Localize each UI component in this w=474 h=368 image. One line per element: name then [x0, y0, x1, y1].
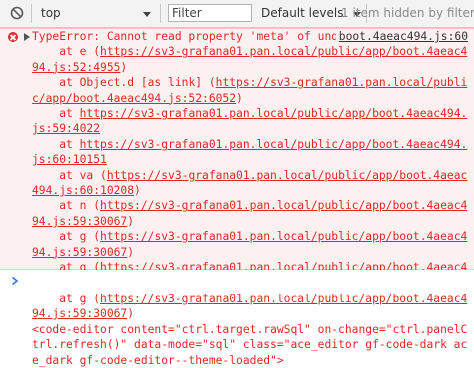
- toolbar-divider: [31, 4, 32, 23]
- chevron-down-icon: [143, 12, 151, 17]
- stack-frame: at e (https://sv3-grafana01.pan.local/pu…: [32, 45, 468, 74]
- stack-frame-link[interactable]: https://sv3-grafana01.pan.local/public/a…: [32, 107, 467, 135]
- stack-frame-link[interactable]: https://sv3-grafana01.pan.local/public/a…: [32, 138, 467, 166]
- error-icon: [8, 32, 18, 42]
- error-line[interactable]: TypeError: Cannot read property 'meta' o…: [32, 30, 379, 43]
- stack-frame: at https://sv3-grafana01.pan.local/publi…: [32, 107, 468, 136]
- context-selector[interactable]: top: [38, 3, 153, 23]
- console-toolbar: top Default levels 1 item hidden by filt…: [0, 0, 474, 28]
- dom-element-snippet[interactable]: <code-editor content="ctrl.target.rawSql…: [32, 323, 467, 367]
- toolbar-divider: [160, 4, 161, 23]
- filter-input[interactable]: [168, 4, 252, 22]
- source-location-link[interactable]: boot.4aeac494.js:60: [335, 29, 468, 45]
- stack-frame: at g (https://sv3-grafana01.pan.local/pu…: [32, 291, 468, 321]
- console-error-message: TypeError: Cannot read property 'meta' o…: [0, 28, 474, 367]
- stack-frame: at n (https://sv3-grafana01.pan.local/pu…: [32, 199, 468, 228]
- stack-frame: at Object.d [as link] (https://sv3-grafa…: [32, 76, 468, 105]
- log-levels-label: Default levels: [261, 6, 344, 20]
- stack-frame: at g (https://sv3-grafana01.pan.local/pu…: [32, 230, 468, 259]
- hidden-items-info: 1 item hidden by filters: [341, 6, 474, 20]
- clear-console-icon[interactable]: [10, 6, 24, 20]
- prompt-chevron-icon: [12, 276, 19, 286]
- context-selector-label: top: [41, 6, 61, 20]
- console-prompt[interactable]: [0, 270, 474, 294]
- error-stack-trace: TypeError: Cannot read property 'meta' o…: [32, 29, 468, 368]
- stack-frame: at https://sv3-grafana01.pan.local/publi…: [32, 137, 468, 167]
- stack-frame: at va (https://sv3-grafana01.pan.local/p…: [32, 168, 468, 198]
- expand-triangle-icon[interactable]: [24, 33, 30, 41]
